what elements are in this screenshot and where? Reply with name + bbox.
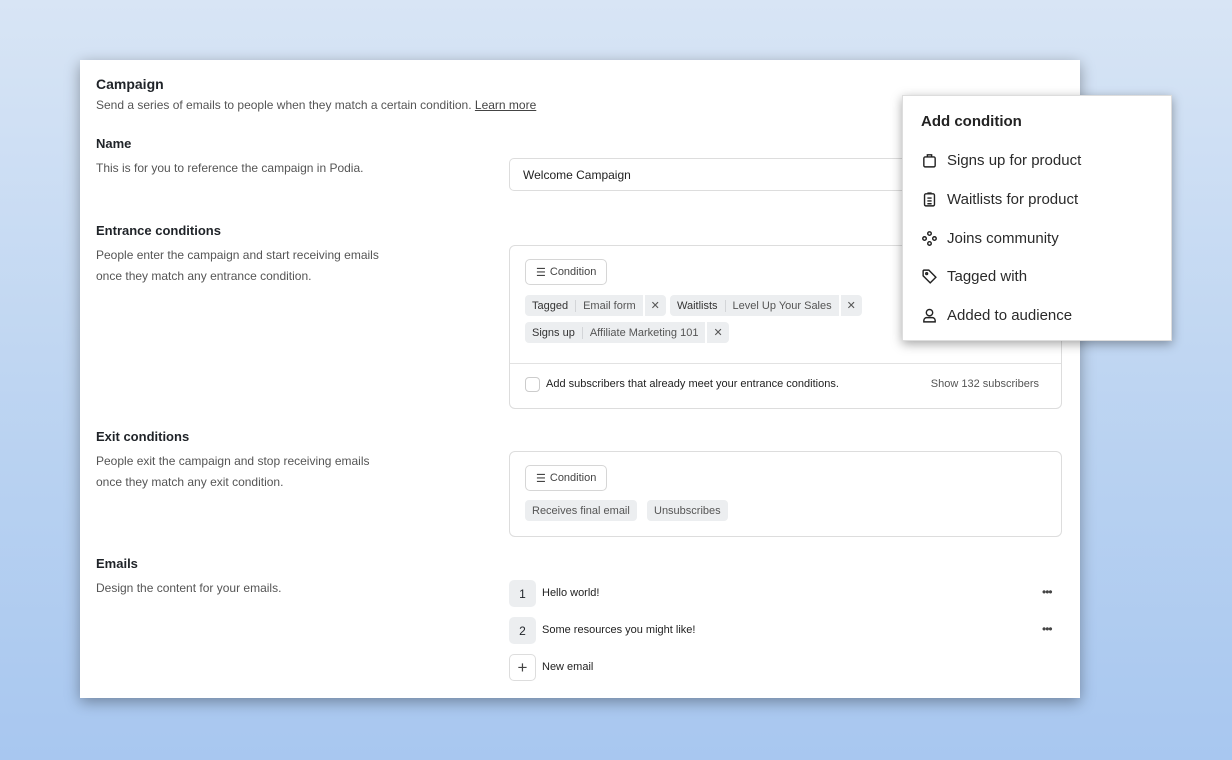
chip-value: Email form bbox=[583, 299, 636, 312]
email-number: 2 bbox=[509, 617, 536, 644]
exit-conditions-box: ☰ Condition Receives final email Unsubscr… bbox=[509, 451, 1062, 537]
name-description: This is for you to reference the campaig… bbox=[96, 161, 364, 175]
email-subject[interactable]: Hello world! bbox=[542, 587, 599, 599]
condition-chip: Tagged Email form ✕ bbox=[525, 295, 666, 316]
email-subject[interactable]: Some resources you might like! bbox=[542, 624, 695, 636]
remove-chip-icon[interactable]: ✕ bbox=[642, 295, 666, 316]
remove-chip-icon[interactable]: ✕ bbox=[705, 322, 728, 343]
learn-more-link[interactable]: Learn more bbox=[475, 98, 536, 112]
entrance-description-2: once they match any entrance condition. bbox=[96, 269, 312, 283]
new-email-button[interactable]: New email bbox=[542, 661, 593, 673]
remove-chip-icon[interactable]: ✕ bbox=[838, 295, 862, 316]
menu-item-label: Joins community bbox=[947, 230, 1059, 247]
shopping-bag-icon bbox=[923, 154, 936, 168]
user-icon bbox=[923, 308, 936, 323]
checkbox-label: Add subscribers that already meet your e… bbox=[546, 378, 839, 390]
chip-value: Receives final email bbox=[532, 504, 630, 517]
clipboard-list-icon bbox=[923, 192, 936, 207]
name-title: Name bbox=[96, 136, 132, 151]
filter-icon: ☰ bbox=[536, 473, 546, 485]
menu-item-community[interactable]: Joins community bbox=[921, 230, 1059, 247]
more-options-icon[interactable]: ••• bbox=[1042, 585, 1053, 599]
show-subscribers-link[interactable]: Show 132 subscribers bbox=[931, 378, 1039, 390]
community-icon bbox=[922, 231, 937, 246]
campaign-description: Send a series of emails to people when t… bbox=[96, 95, 536, 116]
menu-item-audience[interactable]: Added to audience bbox=[921, 307, 1072, 324]
menu-item-label: Waitlists for product bbox=[947, 191, 1079, 208]
campaign-description-text: Send a series of emails to people when t… bbox=[96, 98, 472, 112]
add-condition-menu: Add condition Signs up for product Waitl… bbox=[902, 95, 1172, 341]
more-options-icon[interactable]: ••• bbox=[1042, 622, 1053, 636]
emails-description: Design the content for your emails. bbox=[96, 581, 282, 595]
tag-icon bbox=[922, 269, 937, 284]
plus-icon[interactable]: + bbox=[509, 654, 536, 681]
campaign-title: Campaign bbox=[96, 76, 164, 92]
filter-icon: ☰ bbox=[536, 267, 546, 279]
chip-key: Signs up bbox=[525, 326, 583, 339]
menu-title: Add condition bbox=[921, 113, 1022, 130]
condition-chip: Signs up Affiliate Marketing 101 ✕ bbox=[525, 322, 729, 343]
exit-chip[interactable]: Unsubscribes bbox=[647, 500, 728, 521]
existing-subscribers-checkbox[interactable] bbox=[525, 377, 540, 392]
exit-description-2: once they match any exit condition. bbox=[96, 475, 284, 489]
condition-button-label: Condition bbox=[549, 266, 597, 278]
chip-value: Affiliate Marketing 101 bbox=[589, 326, 699, 339]
menu-item-label: Tagged with bbox=[947, 268, 1028, 285]
exit-condition-button[interactable]: ☰ Condition bbox=[525, 465, 608, 491]
chip-key: Waitlists bbox=[670, 299, 726, 312]
entrance-condition-button[interactable]: ☰ Condition bbox=[525, 259, 608, 285]
menu-item-signs-up[interactable]: Signs up for product bbox=[921, 152, 1081, 169]
exit-chip[interactable]: Receives final email bbox=[525, 500, 637, 521]
emails-title: Emails bbox=[96, 556, 138, 571]
menu-item-tagged[interactable]: Tagged with bbox=[921, 268, 1027, 285]
exit-title: Exit conditions bbox=[96, 429, 190, 444]
condition-chip: Waitlists Level Up Your Sales ✕ bbox=[670, 295, 862, 316]
menu-item-waitlists[interactable]: Waitlists for product bbox=[921, 191, 1078, 208]
condition-button-label: Condition bbox=[549, 472, 597, 484]
chip-value: Level Up Your Sales bbox=[732, 299, 832, 312]
email-number: 1 bbox=[509, 580, 536, 607]
entrance-title: Entrance conditions bbox=[96, 223, 221, 238]
chip-key: Tagged bbox=[525, 299, 577, 312]
menu-item-label: Added to audience bbox=[947, 307, 1073, 324]
chip-value: Unsubscribes bbox=[654, 504, 721, 517]
exit-description-1: People exit the campaign and stop receiv… bbox=[96, 454, 370, 468]
menu-item-label: Signs up for product bbox=[947, 152, 1082, 169]
campaign-name-input[interactable]: Welcome Campaign bbox=[509, 158, 929, 191]
divider bbox=[510, 363, 1061, 364]
entrance-description-1: People enter the campaign and start rece… bbox=[96, 248, 379, 262]
